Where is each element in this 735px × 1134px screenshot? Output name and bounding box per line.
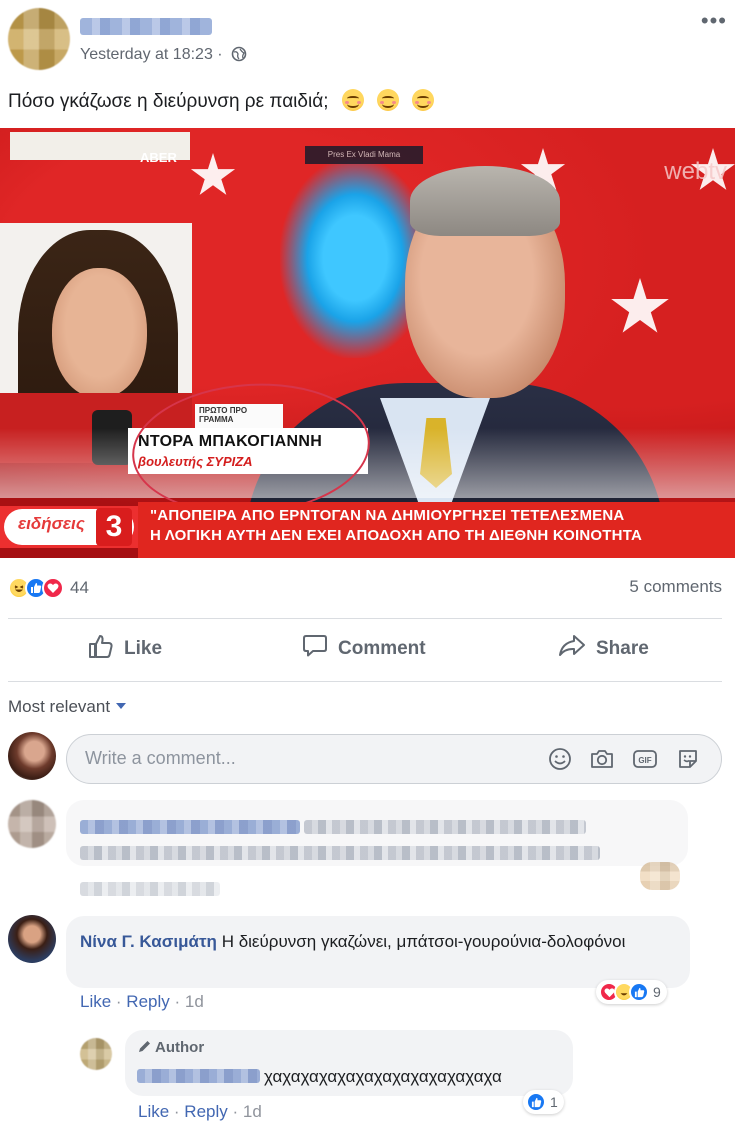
sticker-icon[interactable] <box>674 745 702 773</box>
post-timestamp-text[interactable]: Yesterday at 18:23 · <box>80 46 223 63</box>
author-badge-label: Author <box>155 1039 205 1056</box>
news-channel-number: 3 <box>96 508 132 546</box>
comment-label: Comment <box>338 638 426 659</box>
comment-text <box>304 820 586 834</box>
comment-timestamp[interactable]: 1d <box>185 992 204 1011</box>
reply-timestamp[interactable]: 1d <box>243 1102 262 1121</box>
author-badge: Author <box>137 1039 204 1058</box>
post-text: Πόσο γκάζωσε η διεύρυνση ρε παιδιά; <box>8 89 435 113</box>
reply-reaction-number: 1 <box>550 1094 558 1110</box>
news-logo-text: ειδήσεις <box>18 514 85 533</box>
comment-reaction-count[interactable]: 9 <box>596 980 667 1004</box>
reactions-summary[interactable]: 44 <box>8 575 89 601</box>
comment-actions: Like · Reply · 1d <box>80 992 204 1011</box>
comment-like-link[interactable]: Like <box>80 992 111 1011</box>
emoji-icon[interactable] <box>546 745 574 773</box>
like-reaction-icon <box>526 1092 546 1112</box>
photo-top-bar: Pres Ex Vladi Mama <box>305 146 423 164</box>
caret-down-icon <box>116 703 127 709</box>
comment-content: Νίνα Γ. Κασιμάτη Η διεύρυνση γκαζώνει, μ… <box>80 929 680 955</box>
post-timestamp[interactable]: Yesterday at 18:23 · <box>80 46 247 67</box>
divider <box>8 681 722 682</box>
divider <box>8 618 722 619</box>
thumbs-up-icon <box>88 633 124 665</box>
comment-sort-dropdown[interactable]: Most relevant <box>8 697 127 717</box>
photo-man-hair <box>410 166 560 236</box>
photo-woman-face <box>52 268 147 398</box>
comment-reply-link[interactable]: Reply <box>126 992 169 1011</box>
post-text-content: Πόσο γκάζωσε η διεύρυνση ρε παιδιά; <box>8 91 329 112</box>
reply-avatar[interactable] <box>80 1038 112 1070</box>
comment-author-name[interactable] <box>80 820 300 834</box>
share-label: Share <box>596 638 649 659</box>
photo-watermark: webtv <box>664 158 727 185</box>
photo-sign-text: ABER <box>140 150 177 165</box>
current-user-avatar[interactable] <box>8 732 56 780</box>
reply-actions: Like · Reply · 1d <box>138 1102 262 1121</box>
comment-avatar[interactable] <box>8 800 56 848</box>
reaction-count[interactable]: 44 <box>70 578 89 598</box>
post-author-name[interactable] <box>80 18 212 35</box>
reply-reply-link[interactable]: Reply <box>184 1102 227 1121</box>
comment-reaction-count[interactable] <box>640 862 680 890</box>
comment-avatar[interactable] <box>8 915 56 963</box>
like-reaction-icon <box>629 982 649 1002</box>
smiling-face-icon <box>377 89 400 111</box>
smiling-face-icon <box>412 89 435 111</box>
svg-text:GIF: GIF <box>638 756 651 765</box>
camera-icon[interactable] <box>588 745 616 773</box>
comment-reaction-number: 9 <box>653 984 661 1000</box>
love-reaction-icon <box>42 577 64 599</box>
comment-text <box>80 846 600 860</box>
gif-icon[interactable]: GIF <box>631 745 659 773</box>
post-photo[interactable]: ABER Pres Ex Vladi Mama webtv ΠΡΩΤΟ ΠΡΟ … <box>0 128 735 558</box>
comment-actions[interactable] <box>80 882 220 896</box>
share-button[interactable]: Share <box>558 633 649 665</box>
ticker-line-1: "ΑΠΟΠΕΙΡΑ ΑΠΟ ΕΡΝΤΟΓΑΝ ΝΑ ΔΗΜΙΟΥΡΓΗΣΕΙ Τ… <box>150 507 625 524</box>
smiling-face-icon <box>341 89 364 111</box>
like-label: Like <box>124 638 163 659</box>
speech-bubble-icon <box>302 633 338 665</box>
more-options-icon[interactable]: ••• <box>701 8 727 34</box>
comment-input-placeholder: Write a comment... <box>85 748 236 768</box>
pencil-icon <box>137 1039 152 1058</box>
comments-count[interactable]: 5 comments <box>629 577 722 597</box>
comment-author-name[interactable]: Νίνα Γ. Κασιμάτη <box>80 932 217 951</box>
comment-button[interactable]: Comment <box>302 633 426 665</box>
reply-reaction-count[interactable]: 1 <box>523 1090 564 1114</box>
ticker-line-2: Η ΛΟΓΙΚΗ ΑΥΤΗ ΔΕΝ ΕΧΕΙ ΑΠΟΔΟΧΗ ΑΠΟ ΤΗ ΔΙ… <box>150 527 642 544</box>
post-author-avatar[interactable] <box>8 8 70 70</box>
comment-sort-label: Most relevant <box>8 697 111 716</box>
reply-text: χαχαχαχαχαχαχαχαχαχαχαχαχα <box>264 1067 502 1086</box>
share-arrow-icon <box>558 633 596 665</box>
globe-icon <box>231 46 247 67</box>
comment-text: Η διεύρυνση γκαζώνει, μπάτσοι-γουρούνια-… <box>221 932 626 951</box>
like-button[interactable]: Like <box>88 633 162 665</box>
reply-like-link[interactable]: Like <box>138 1102 169 1121</box>
reply-author-name[interactable] <box>137 1069 260 1083</box>
